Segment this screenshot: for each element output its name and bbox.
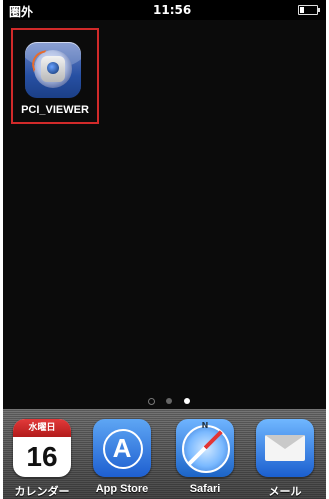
carrier-label: 圏外 [9,5,34,19]
dock-label-mail: メール [268,486,302,498]
app-pci-viewer[interactable]: PCI_VIEWER [11,28,99,124]
app-store-glyph: A [112,433,132,463]
calendar-day: 16 [26,441,58,472]
app-label: PCI_VIEWER [21,104,89,116]
battery-icon [298,5,320,15]
compass-north: N [201,421,209,430]
mail-icon[interactable] [256,419,314,477]
page-dot[interactable] [166,398,172,404]
dock: 水曜日 16 カレンダー A App Store N Safari メール [3,409,326,499]
calendar-icon[interactable]: 水曜日 16 [13,419,71,477]
calendar-weekday: 水曜日 [13,419,71,437]
camera-viewer-icon[interactable] [25,42,81,98]
safari-icon[interactable]: N [176,419,234,477]
dock-label-calendar: カレンダー [14,486,70,498]
status-bar: 圏外 11:56 [3,0,326,20]
page-indicator[interactable] [148,396,208,406]
dock-label-app-store: App Store [95,483,149,495]
page-dot-active[interactable] [184,398,190,404]
spotlight-search-dot[interactable] [148,398,155,405]
clock: 11:56 [153,3,192,17]
dock-label-safari: Safari [189,483,221,495]
app-store-icon[interactable]: A [93,419,151,477]
iphone-screen: 圏外 11:56 PCI_VIEWER 水曜日 16 カレンダー A App S… [3,0,326,499]
